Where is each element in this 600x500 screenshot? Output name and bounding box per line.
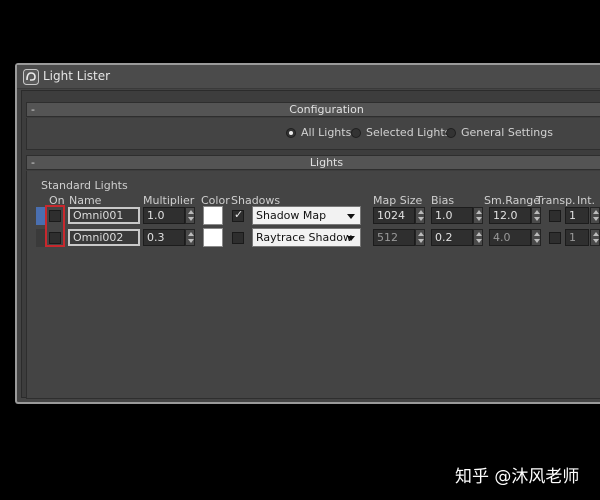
bias-spinner[interactable] — [473, 207, 483, 224]
sm-range-spinner[interactable] — [531, 229, 541, 246]
color-swatch[interactable] — [203, 206, 223, 225]
sm-range-spinner[interactable] — [531, 207, 541, 224]
shadow-type-value: Raytrace Shadow — [256, 231, 352, 244]
lights-rollout-body: Standard Lights On Name Multiplier Color… — [26, 171, 600, 399]
selected-lights-label[interactable]: Selected Lights — [366, 126, 450, 139]
configuration-title: Configuration — [289, 103, 364, 116]
map-size-spinner[interactable] — [415, 207, 425, 224]
sm-range-field[interactable]: 12.0 — [489, 207, 531, 224]
shadows-checkbox[interactable] — [232, 232, 244, 244]
configuration-rollout-body: All Lights Selected Lights General Setti… — [26, 118, 600, 150]
multiplier-field[interactable]: 0.3 — [143, 229, 185, 246]
3ds-max-logo-icon — [23, 69, 39, 85]
bias-field[interactable]: 1.0 — [431, 207, 473, 224]
watermark-text: 知乎 @沐风老师 — [455, 467, 580, 487]
sm-range-field[interactable]: 4.0 — [489, 229, 531, 246]
all-lights-label[interactable]: All Lights — [301, 126, 351, 139]
col-bias: Bias — [431, 194, 455, 207]
window-client-area: - Configuration All Lights Selected Ligh… — [21, 90, 600, 399]
col-transp: Transp. — [536, 194, 576, 207]
color-swatch[interactable] — [203, 228, 223, 247]
chevron-down-icon — [347, 236, 355, 241]
general-settings-radio[interactable] — [446, 128, 456, 138]
configuration-rollout-header[interactable]: - Configuration — [26, 102, 600, 117]
multiplier-spinner[interactable] — [185, 207, 195, 224]
row-select-strip[interactable] — [36, 229, 45, 247]
light-name-field[interactable]: Omni002 — [68, 229, 140, 246]
int-field[interactable]: 1 — [565, 229, 589, 246]
transp-checkbox[interactable] — [549, 232, 561, 244]
lights-rollout-header[interactable]: - Lights — [26, 155, 600, 170]
multiplier-spinner[interactable] — [185, 229, 195, 246]
shadows-checkbox[interactable] — [232, 208, 244, 222]
shadow-type-dropdown[interactable]: Shadow Map — [252, 206, 361, 225]
col-name: Name — [69, 194, 102, 207]
light-name-field[interactable]: Omni001 — [68, 207, 140, 224]
transp-checkbox[interactable] — [549, 210, 561, 222]
general-settings-label[interactable]: General Settings — [461, 126, 553, 139]
all-lights-radio[interactable] — [286, 128, 296, 138]
selected-lights-radio[interactable] — [351, 128, 361, 138]
chevron-down-icon — [347, 214, 355, 219]
col-map-size: Map Size — [373, 194, 423, 207]
lights-title: Lights — [309, 156, 344, 169]
standard-lights-label: Standard Lights — [41, 179, 128, 192]
map-size-field[interactable]: 512 — [373, 229, 415, 246]
col-sm-range: Sm.Range — [484, 194, 541, 207]
int-spinner[interactable] — [590, 229, 600, 246]
title-bar[interactable]: Light Lister — [17, 65, 600, 89]
row-select-strip[interactable] — [36, 207, 45, 225]
light-on-checkbox[interactable] — [49, 210, 61, 222]
map-size-spinner[interactable] — [415, 229, 425, 246]
light-on-checkbox[interactable] — [49, 232, 61, 244]
light-lister-window: Light Lister - Configuration All Lights … — [15, 63, 600, 404]
int-field[interactable]: 1 — [565, 207, 589, 224]
bias-field[interactable]: 0.2 — [431, 229, 473, 246]
shadow-type-value: Shadow Map — [256, 209, 327, 222]
int-spinner[interactable] — [590, 207, 600, 224]
window-title: Light Lister — [43, 69, 111, 83]
map-size-field[interactable]: 1024 — [373, 207, 415, 224]
col-multiplier: Multiplier — [143, 194, 195, 207]
multiplier-field[interactable]: 1.0 — [143, 207, 185, 224]
shadow-type-dropdown[interactable]: Raytrace Shadow — [252, 228, 361, 247]
col-int: Int. — [577, 194, 596, 207]
bias-spinner[interactable] — [473, 229, 483, 246]
